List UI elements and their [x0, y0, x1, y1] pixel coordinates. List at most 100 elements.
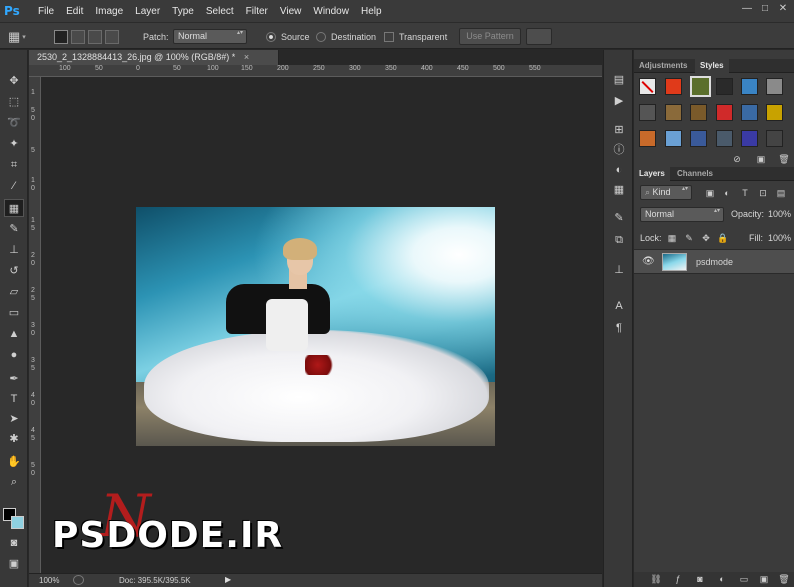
close-tab-icon[interactable]: × [244, 52, 249, 62]
menu-filter[interactable]: Filter [246, 6, 268, 17]
style-swatch[interactable] [766, 78, 783, 95]
style-swatch[interactable] [665, 130, 682, 147]
shape-tool-icon[interactable]: ✱ [4, 430, 24, 448]
delete-style-icon[interactable]: 🗑 [778, 153, 790, 165]
shape-filter-icon[interactable]: ⊡ [757, 187, 769, 199]
tool-presets-panel-icon[interactable]: ⊥ [610, 262, 628, 278]
style-swatch[interactable] [766, 130, 783, 147]
document-tab[interactable]: 2530_2_1328884413_26.jpg @ 100% (RGB/8#)… [29, 50, 279, 65]
tab-channels[interactable]: Channels [672, 167, 718, 181]
type-filter-icon[interactable]: T [739, 187, 751, 199]
style-swatch[interactable] [716, 130, 733, 147]
pen-tool-icon[interactable]: ✒ [4, 370, 24, 388]
lock-transparent-icon[interactable]: ▦ [666, 232, 678, 244]
delete-layer-icon[interactable]: 🗑 [778, 573, 790, 585]
status-icon[interactable] [73, 575, 84, 585]
menu-edit[interactable]: Edit [66, 6, 83, 17]
marquee-tool-icon[interactable]: ⬚ [4, 93, 24, 111]
quick-mask-icon[interactable]: ◙ [4, 534, 24, 552]
layer-row[interactable]: 👁 psdmode [634, 249, 794, 274]
style-swatch-none[interactable] [639, 78, 656, 95]
tab-adjustments[interactable]: Adjustments [634, 59, 692, 73]
add-to-selection-button[interactable] [71, 29, 85, 44]
info-panel-icon[interactable]: ⓘ [610, 142, 628, 158]
status-menu-arrow-icon[interactable]: ▶ [225, 575, 231, 584]
history-brush-tool-icon[interactable]: ↺ [4, 262, 24, 280]
zoom-tool-icon[interactable]: ⌕ [4, 473, 24, 491]
style-swatch[interactable] [741, 130, 758, 147]
actions-panel-icon[interactable]: ▶ [610, 93, 628, 109]
link-layers-icon[interactable]: ⛓ [650, 573, 662, 585]
add-mask-icon[interactable]: ◙ [694, 573, 706, 585]
maximize-button[interactable]: □ [756, 2, 774, 16]
eyedropper-tool-icon[interactable]: ⁄ [4, 177, 24, 195]
transparent-checkbox[interactable]: Transparent [384, 23, 447, 50]
style-swatch[interactable] [639, 104, 656, 121]
paragraph-panel-icon[interactable]: ¶ [610, 320, 628, 336]
lock-all-icon[interactable]: 🔒 [717, 232, 729, 244]
tab-layers[interactable]: Layers [634, 167, 670, 181]
menu-image[interactable]: Image [95, 6, 123, 17]
history-panel-icon[interactable]: ▤ [610, 72, 628, 88]
properties-panel-icon[interactable]: ⊞ [610, 122, 628, 138]
menu-help[interactable]: Help [361, 6, 382, 17]
new-adjustment-icon[interactable]: ◐ [716, 573, 728, 585]
visibility-eye-icon[interactable]: 👁 [642, 256, 655, 267]
smart-object-filter-icon[interactable]: ▤ [775, 187, 787, 199]
style-swatch-selected[interactable] [690, 76, 711, 97]
new-group-icon[interactable]: ▭ [738, 573, 750, 585]
menu-file[interactable]: File [38, 6, 54, 17]
lasso-tool-icon[interactable]: ➰ [4, 114, 24, 132]
character-panel-icon[interactable]: A [610, 298, 628, 314]
menu-layer[interactable]: Layer [135, 6, 160, 17]
brush-panel-icon[interactable]: ✎ [610, 210, 628, 226]
menu-type[interactable]: Type [172, 6, 194, 17]
destination-radio[interactable]: Destination [316, 23, 376, 50]
crop-tool-icon[interactable]: ⌗ [4, 156, 24, 174]
layer-name[interactable]: psdmode [696, 257, 733, 267]
patch-mode-select[interactable]: Normal [173, 29, 247, 44]
lock-position-icon[interactable]: ✥ [700, 232, 712, 244]
document-canvas-image[interactable] [136, 207, 495, 446]
style-swatch[interactable] [665, 78, 682, 95]
adjustment-filter-icon[interactable]: ◐ [721, 187, 733, 199]
patch-tool-icon[interactable]: ▦ [4, 199, 24, 217]
clone-stamp-tool-icon[interactable]: ⊥ [4, 241, 24, 259]
menu-window[interactable]: Window [313, 6, 349, 17]
clear-style-icon[interactable]: ⊘ [731, 153, 743, 165]
tool-preset-picker[interactable]: ▦ ▾ [8, 23, 26, 50]
layer-filter-kind-select[interactable]: ⌕ Kind [640, 185, 692, 200]
transparent-check[interactable] [384, 31, 394, 42]
hand-tool-icon[interactable]: ✋ [4, 453, 24, 471]
clone-source-panel-icon[interactable]: ⧉ [610, 232, 628, 248]
type-tool-icon[interactable]: T [4, 390, 24, 408]
new-selection-button[interactable] [54, 29, 68, 44]
blur-tool-icon[interactable]: ▲ [4, 325, 24, 343]
screen-mode-icon[interactable]: ▣ [4, 555, 24, 573]
destination-radio-dot[interactable] [316, 31, 326, 42]
style-swatch[interactable] [639, 130, 656, 147]
style-swatch[interactable] [690, 104, 707, 121]
pattern-picker[interactable] [526, 28, 552, 45]
source-radio-dot[interactable] [266, 31, 276, 42]
brush-tool-icon[interactable]: ✎ [4, 220, 24, 238]
eraser-tool-icon[interactable]: ▱ [4, 283, 24, 301]
zoom-level[interactable]: 100% [39, 576, 59, 585]
style-swatch[interactable] [716, 78, 733, 95]
menu-view[interactable]: View [280, 6, 302, 17]
use-pattern-button[interactable]: Use Pattern [459, 28, 521, 45]
style-swatch[interactable] [766, 104, 783, 121]
style-swatch[interactable] [665, 104, 682, 121]
color-panel-icon[interactable]: ◐ [610, 162, 628, 178]
minimize-button[interactable]: — [738, 2, 756, 16]
style-swatch[interactable] [741, 78, 758, 95]
blend-mode-select[interactable]: Normal [640, 207, 724, 222]
style-swatch[interactable] [690, 130, 707, 147]
swatches-panel-icon[interactable]: ▦ [610, 182, 628, 198]
move-tool-icon[interactable]: ✥ [4, 72, 24, 90]
new-style-icon[interactable]: ▣ [755, 153, 767, 165]
subtract-selection-button[interactable] [88, 29, 102, 44]
lock-pixels-icon[interactable]: ✎ [683, 232, 695, 244]
style-swatch[interactable] [716, 104, 733, 121]
gradient-tool-icon[interactable]: ▭ [4, 304, 24, 322]
